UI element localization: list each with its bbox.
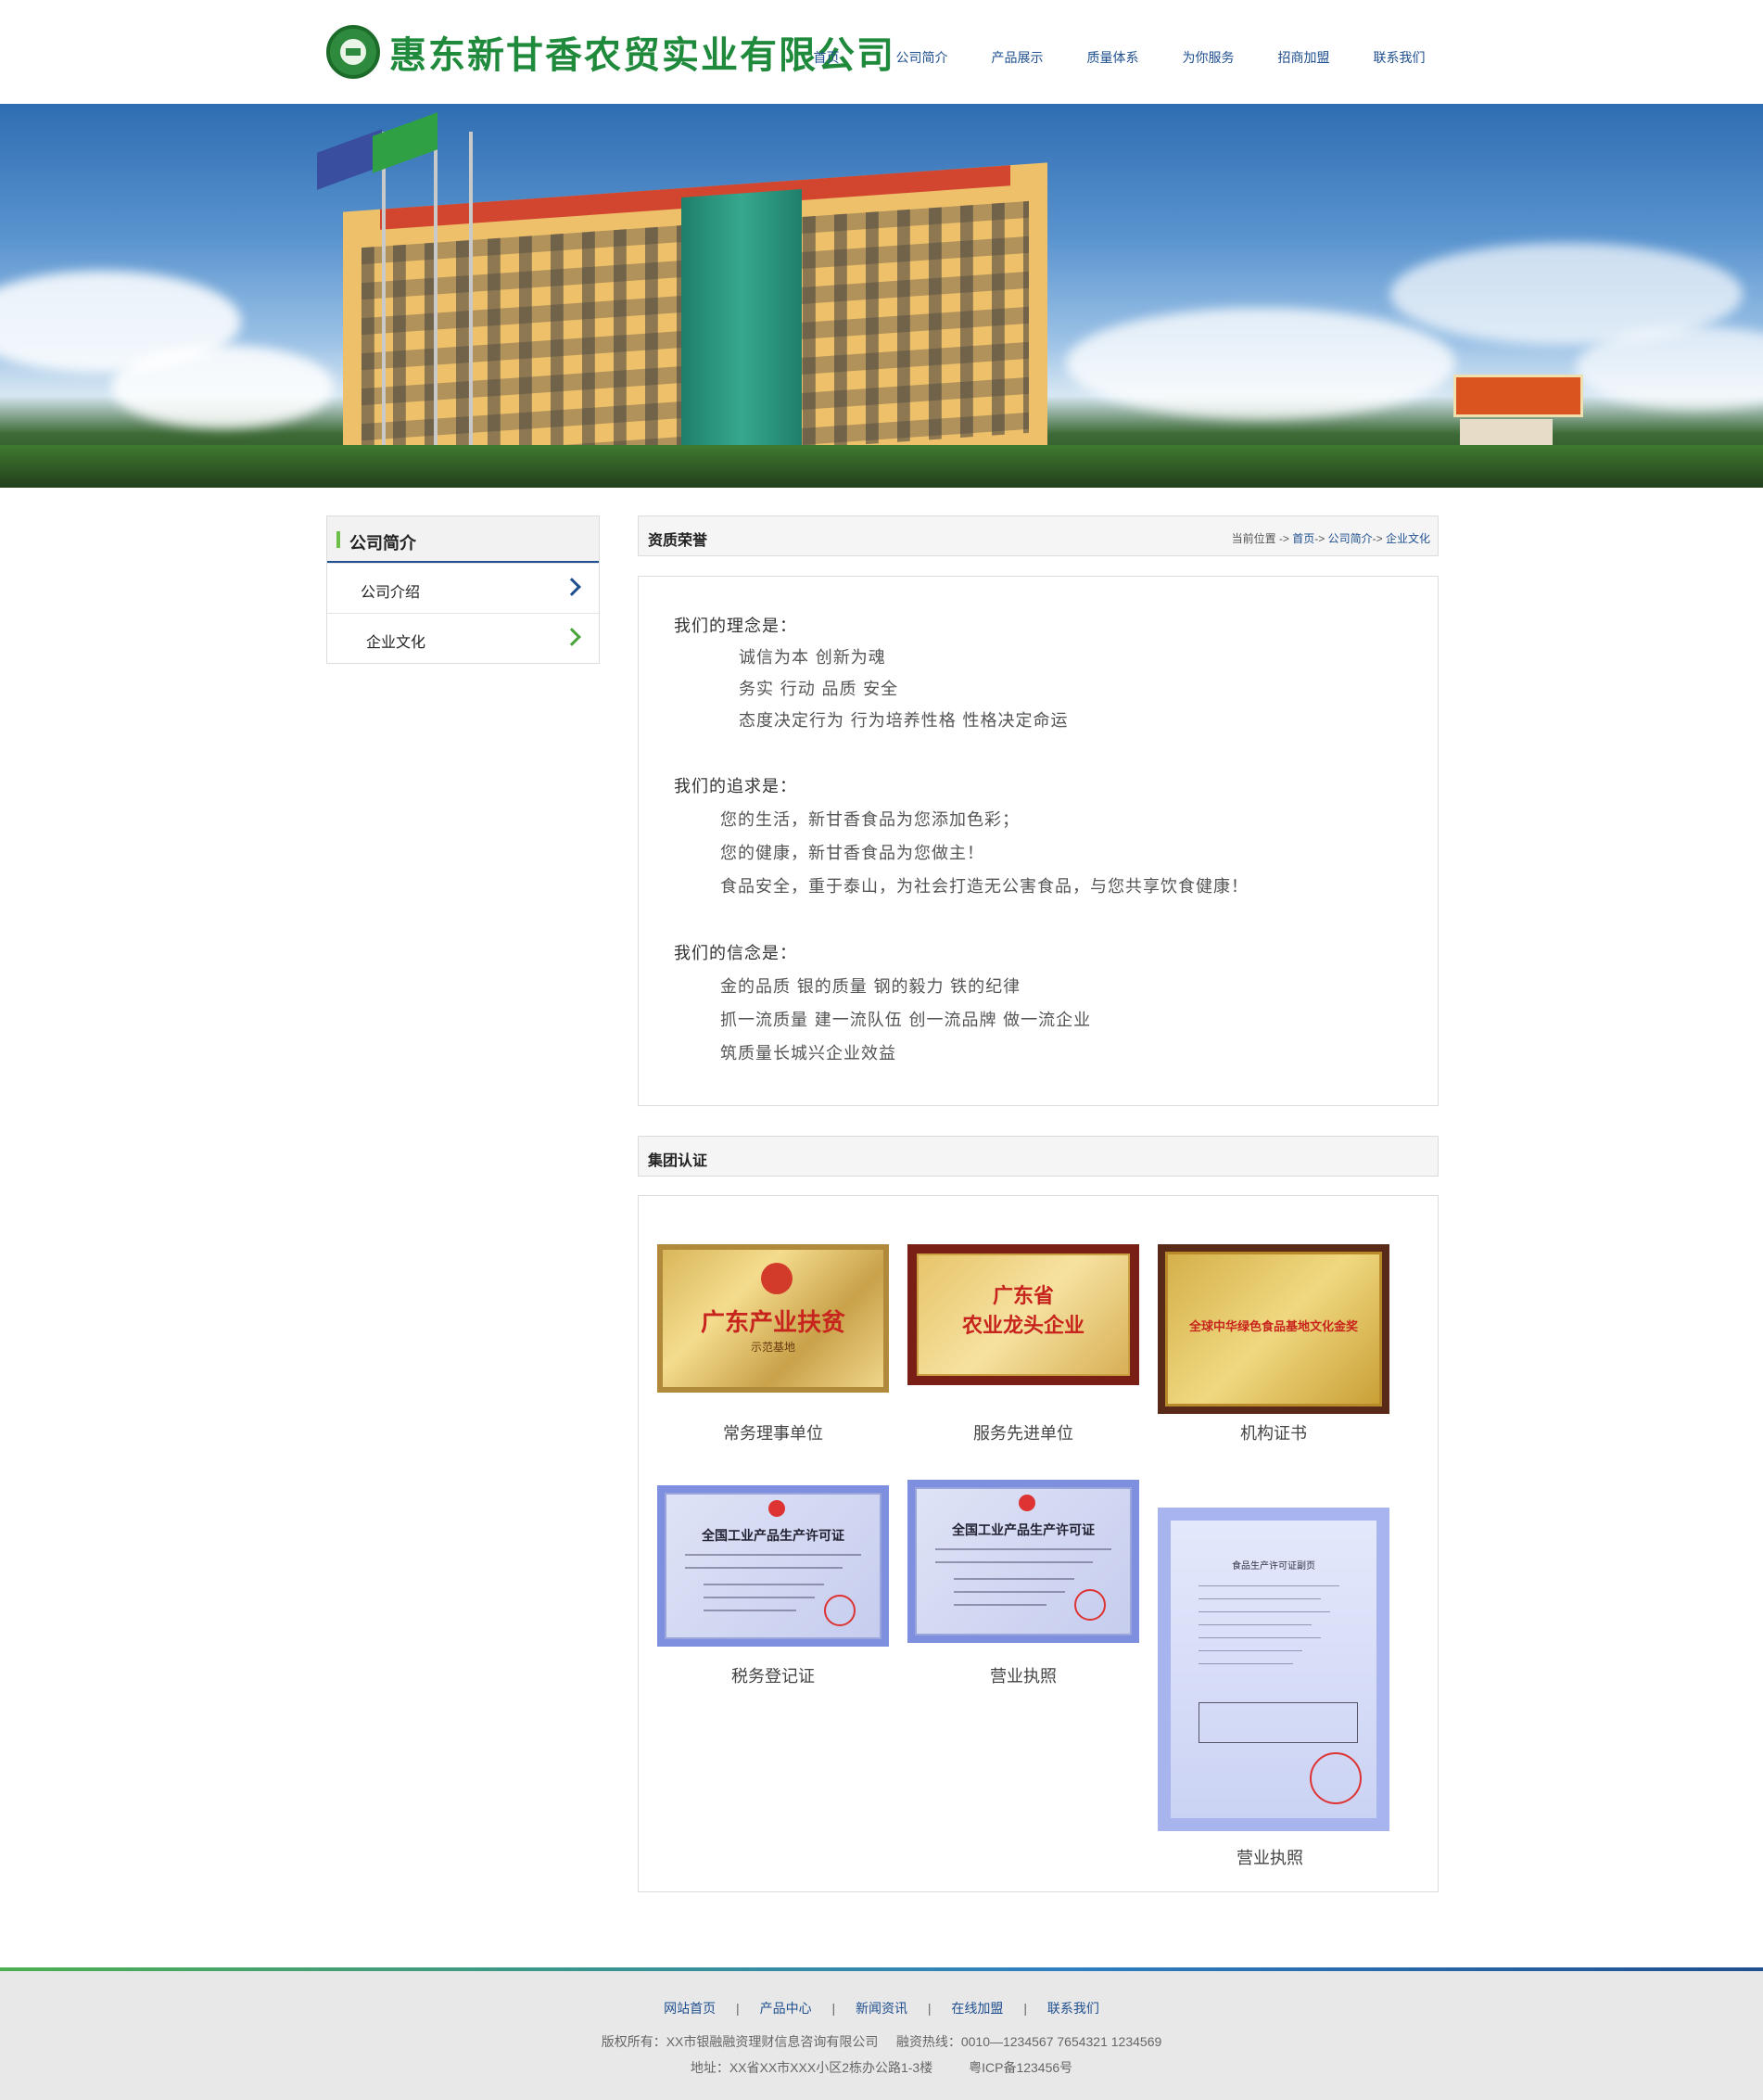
breadcrumb-culture[interactable]: 企业文化 bbox=[1386, 532, 1430, 545]
philosophy-line: 务实 行动 品质 安全 bbox=[739, 680, 899, 699]
plaque-subtext: 示范基地 bbox=[750, 1341, 795, 1354]
cert-caption[interactable]: 税务登记证 bbox=[657, 1663, 889, 1687]
cert-image-food-production-license[interactable]: 食品生产许可证副页 bbox=[1158, 1508, 1389, 1831]
sidebar-item-company-intro[interactable]: 公司介绍 bbox=[327, 563, 599, 613]
belief-heading: 我们的信念是： bbox=[674, 944, 797, 963]
footer-separator: | bbox=[831, 2001, 836, 2016]
footer-link-home[interactable]: 网站首页 bbox=[664, 2001, 716, 2016]
plaque-text: 广东产业扶贫 bbox=[700, 1309, 845, 1337]
cert-caption[interactable]: 营业执照 bbox=[907, 1663, 1139, 1687]
site-header: 惠东新甘香农贸实业有限公司 首页 公司简介 产品展示 质量体系 为你服务 招商加… bbox=[0, 0, 1763, 104]
cert-image-green-food-award[interactable]: 全球中华绿色食品基地文化金奖 bbox=[1158, 1244, 1389, 1414]
cert-caption[interactable]: 服务先进单位 bbox=[907, 1420, 1139, 1445]
footer-link-news[interactable]: 新闻资讯 bbox=[856, 2001, 907, 2016]
breadcrumb: 当前位置 -> 首页-> 公司简介-> 企业文化 bbox=[1232, 530, 1430, 546]
national-emblem-icon bbox=[1019, 1495, 1035, 1511]
footer-nav: 网站首页 | 产品中心 | 新闻资讯 | 在线加盟 | 联系我们 bbox=[0, 1999, 1763, 2017]
national-emblem-icon bbox=[768, 1500, 785, 1517]
plaque-text: 全国工业产品生产许可证 bbox=[702, 1528, 844, 1543]
plaque-text: 广东省 bbox=[992, 1284, 1054, 1308]
plaque-text: 全国工业产品生产许可证 bbox=[952, 1522, 1095, 1537]
footer-address: 地址：XX省XX市XXX小区2栋办公路1-3楼 粤ICP备123456号 bbox=[690, 2060, 1073, 2075]
belief-line: 抓一流质量 建一流队伍 创一流品牌 做一流企业 bbox=[720, 1011, 1092, 1030]
footer-separator: | bbox=[1023, 2001, 1027, 2016]
sidebar-item-label: 企业文化 bbox=[366, 635, 426, 651]
pursuit-line: 您的生活，新甘香食品为您添加色彩； bbox=[720, 810, 1020, 830]
cert-image-tax-registration[interactable]: 全国工业产品生产许可证 bbox=[657, 1485, 889, 1647]
cert-caption[interactable]: 常务理事单位 bbox=[657, 1420, 889, 1445]
footer-link-products[interactable]: 产品中心 bbox=[760, 2001, 812, 2016]
chevron-right-icon bbox=[563, 578, 581, 596]
footer-link-franchise[interactable]: 在线加盟 bbox=[951, 2001, 1003, 2016]
plaque-text: 食品生产许可证副页 bbox=[1232, 1561, 1315, 1572]
section-header-certifications: 集团认证 bbox=[638, 1136, 1439, 1177]
cert-image-dragon-head[interactable]: 广东省 农业龙头企业 bbox=[907, 1244, 1139, 1385]
footer-separator: | bbox=[736, 2001, 740, 2016]
plaque-text: 全球中华绿色食品基地文化金奖 bbox=[1188, 1320, 1358, 1334]
main-nav: 首页 公司简介 产品展示 质量体系 为你服务 招商加盟 联系我们 bbox=[779, 48, 1447, 67]
breadcrumb-sep: -> bbox=[1314, 532, 1328, 545]
nav-contact[interactable]: 联系我们 bbox=[1351, 48, 1447, 67]
philosophy-heading: 我们的理念是： bbox=[674, 617, 797, 636]
philosophy-line: 态度决定行为 行为培养性格 性格决定命运 bbox=[739, 711, 1069, 731]
sidebar: 公司简介 公司介绍 企业文化 bbox=[326, 515, 600, 664]
footer-link-contact[interactable]: 联系我们 bbox=[1047, 2001, 1099, 2016]
nav-home[interactable]: 首页 bbox=[779, 48, 874, 67]
cert-image-business-license[interactable]: 全国工业产品生产许可证 bbox=[907, 1480, 1139, 1643]
logo-emblem-icon bbox=[326, 25, 380, 79]
cert-image-poverty-alleviation[interactable]: 广东产业扶贫 示范基地 bbox=[657, 1244, 889, 1393]
cert-caption[interactable]: 营业执照 bbox=[1154, 1845, 1386, 1869]
pursuit-line: 食品安全，重于泰山，为社会打造无公害食品，与您共享饮食健康！ bbox=[720, 877, 1249, 897]
cert-caption[interactable]: 机构证书 bbox=[1158, 1420, 1389, 1445]
building-image bbox=[343, 162, 1047, 488]
nav-products[interactable]: 产品展示 bbox=[970, 48, 1065, 67]
breadcrumb-home[interactable]: 首页 bbox=[1292, 532, 1314, 545]
sidebar-item-label: 公司介绍 bbox=[361, 585, 421, 601]
breadcrumb-sep: -> bbox=[1372, 532, 1386, 545]
section-title: 资质荣誉 bbox=[648, 533, 708, 549]
sidebar-item-culture[interactable]: 企业文化 bbox=[327, 613, 599, 663]
belief-line: 金的品质 银的质量 钢的毅力 铁的纪律 bbox=[720, 977, 1021, 997]
hero-banner bbox=[0, 104, 1763, 488]
sidebar-title: 公司简介 bbox=[327, 516, 599, 563]
certifications-grid: 广东产业扶贫 示范基地 常务理事单位 广东省 农业龙头企业 服务先进单位 全球中… bbox=[638, 1195, 1439, 1892]
nav-franchise[interactable]: 招商加盟 bbox=[1256, 48, 1351, 67]
breadcrumb-prefix: 当前位置 -> bbox=[1231, 532, 1293, 545]
sidebar-title-label: 公司简介 bbox=[349, 534, 416, 553]
nav-service[interactable]: 为你服务 bbox=[1161, 48, 1256, 67]
plaque-text: 农业龙头企业 bbox=[961, 1314, 1084, 1338]
nav-about[interactable]: 公司简介 bbox=[874, 48, 970, 67]
site-footer: 网站首页 | 产品中心 | 新闻资讯 | 在线加盟 | 联系我们 版权所有：XX… bbox=[0, 1971, 1763, 2100]
culture-content: 我们的理念是： 诚信为本 创新为魂 务实 行动 品质 安全 态度决定行为 行为培… bbox=[638, 576, 1439, 1106]
pursuit-line: 您的健康，新甘香食品为您做主！ bbox=[720, 844, 984, 863]
pursuit-heading: 我们的追求是： bbox=[674, 777, 797, 796]
philosophy-line: 诚信为本 创新为魂 bbox=[739, 648, 886, 668]
chevron-right-icon bbox=[563, 628, 581, 646]
breadcrumb-about[interactable]: 公司简介 bbox=[1328, 532, 1373, 545]
section-title: 集团认证 bbox=[648, 1153, 708, 1169]
footer-copyright: 版权所有：XX市银融融资理财信息咨询有限公司 融资热线：0010—1234567… bbox=[601, 2034, 1162, 2049]
belief-line: 筑质量长城兴企业效益 bbox=[720, 1044, 896, 1063]
emblem-icon bbox=[761, 1263, 793, 1294]
gate-sign bbox=[1453, 375, 1583, 417]
footer-separator: | bbox=[927, 2001, 932, 2016]
section-header-honors: 资质荣誉 当前位置 -> 首页-> 公司简介-> 企业文化 bbox=[638, 515, 1439, 556]
nav-quality[interactable]: 质量体系 bbox=[1065, 48, 1161, 67]
